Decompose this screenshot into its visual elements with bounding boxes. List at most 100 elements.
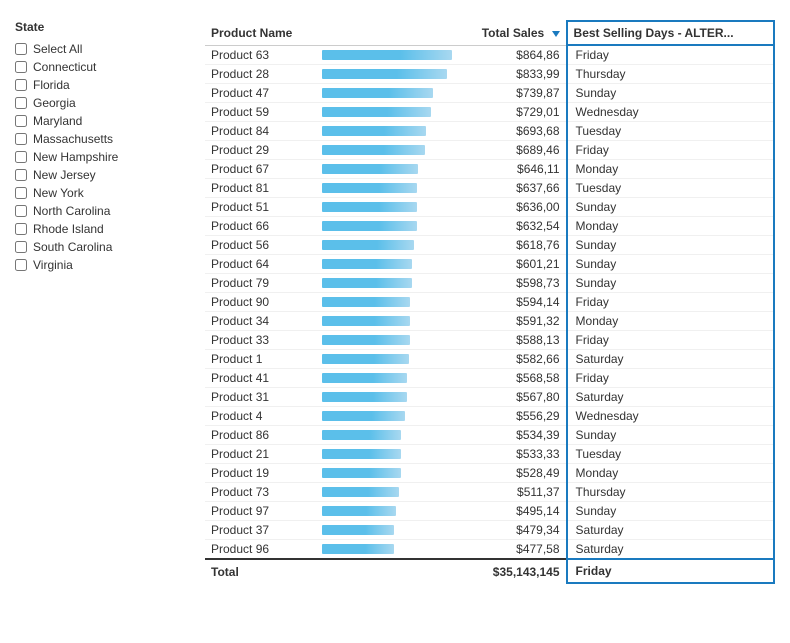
cell-bar — [316, 179, 458, 198]
table-row: Product 96$477,58Saturday — [205, 540, 774, 560]
sidebar-item-label: Connecticut — [33, 60, 96, 74]
sidebar-item-select-all[interactable]: Select All — [15, 40, 185, 58]
cell-day: Tuesday — [567, 445, 774, 464]
cell-day: Saturday — [567, 350, 774, 369]
table-row: Product 56$618,76Sunday — [205, 236, 774, 255]
checkbox-new-york[interactable] — [15, 187, 27, 199]
cell-sales: $739,87 — [458, 84, 566, 103]
cell-sales: $567,80 — [458, 388, 566, 407]
sidebar-item-label: Select All — [33, 42, 82, 56]
sidebar-item-maryland[interactable]: Maryland — [15, 112, 185, 130]
bar-fill — [322, 411, 405, 421]
checkbox-new-jersey[interactable] — [15, 169, 27, 181]
sidebar-item-south-carolina[interactable]: South Carolina — [15, 238, 185, 256]
sidebar-item-georgia[interactable]: Georgia — [15, 94, 185, 112]
checkbox-massachusetts[interactable] — [15, 133, 27, 145]
table-row: Product 81$637,66Tuesday — [205, 179, 774, 198]
cell-product: Product 19 — [205, 464, 316, 483]
bar-fill — [322, 164, 418, 174]
checkbox-georgia[interactable] — [15, 97, 27, 109]
checkbox-maryland[interactable] — [15, 115, 27, 127]
sidebar-item-new-hampshire[interactable]: New Hampshire — [15, 148, 185, 166]
table-row: Product 28$833,99Thursday — [205, 65, 774, 84]
cell-bar — [316, 312, 458, 331]
cell-bar — [316, 141, 458, 160]
cell-sales: $729,01 — [458, 103, 566, 122]
table-row: Product 21$533,33Tuesday — [205, 445, 774, 464]
cell-sales: $601,21 — [458, 255, 566, 274]
sidebar-item-connecticut[interactable]: Connecticut — [15, 58, 185, 76]
footer-day: Friday — [567, 559, 774, 583]
sidebar-item-label: New Hampshire — [33, 150, 118, 164]
col-header-product[interactable]: Product Name — [205, 21, 316, 45]
state-filter-sidebar: State Select AllConnecticutFloridaGeorgi… — [15, 20, 185, 584]
sidebar-item-rhode-island[interactable]: Rhode Island — [15, 220, 185, 238]
bar-fill — [322, 392, 407, 402]
bar-fill — [322, 183, 417, 193]
cell-product: Product 67 — [205, 160, 316, 179]
table-row: Product 64$601,21Sunday — [205, 255, 774, 274]
bar-fill — [322, 468, 401, 478]
cell-bar — [316, 369, 458, 388]
cell-bar — [316, 45, 458, 65]
cell-day: Sunday — [567, 84, 774, 103]
cell-bar — [316, 103, 458, 122]
cell-sales: $591,32 — [458, 312, 566, 331]
cell-product: Product 33 — [205, 331, 316, 350]
sidebar-item-north-carolina[interactable]: North Carolina — [15, 202, 185, 220]
checkbox-north-carolina[interactable] — [15, 205, 27, 217]
checkbox-south-carolina[interactable] — [15, 241, 27, 253]
cell-product: Product 21 — [205, 445, 316, 464]
cell-bar — [316, 236, 458, 255]
bar-fill — [322, 107, 431, 117]
sidebar-item-massachusetts[interactable]: Massachusetts — [15, 130, 185, 148]
cell-bar — [316, 388, 458, 407]
sidebar-item-new-jersey[interactable]: New Jersey — [15, 166, 185, 184]
checkbox-florida[interactable] — [15, 79, 27, 91]
checkbox-select-all[interactable] — [15, 43, 27, 55]
cell-product: Product 1 — [205, 350, 316, 369]
table-row: Product 41$568,58Friday — [205, 369, 774, 388]
cell-bar — [316, 217, 458, 236]
cell-day: Monday — [567, 160, 774, 179]
cell-day: Sunday — [567, 255, 774, 274]
cell-product: Product 34 — [205, 312, 316, 331]
cell-day: Friday — [567, 141, 774, 160]
cell-day: Sunday — [567, 236, 774, 255]
checkbox-connecticut[interactable] — [15, 61, 27, 73]
checkbox-virginia[interactable] — [15, 259, 27, 271]
cell-day: Sunday — [567, 502, 774, 521]
cell-day: Wednesday — [567, 407, 774, 426]
cell-sales: $568,58 — [458, 369, 566, 388]
cell-product: Product 56 — [205, 236, 316, 255]
cell-product: Product 41 — [205, 369, 316, 388]
table-row: Product 90$594,14Friday — [205, 293, 774, 312]
cell-bar — [316, 350, 458, 369]
cell-product: Product 86 — [205, 426, 316, 445]
cell-day: Sunday — [567, 426, 774, 445]
checkbox-new-hampshire[interactable] — [15, 151, 27, 163]
col-header-bar — [316, 21, 458, 45]
sidebar-item-virginia[interactable]: Virginia — [15, 256, 185, 274]
cell-product: Product 4 — [205, 407, 316, 426]
sidebar-item-florida[interactable]: Florida — [15, 76, 185, 94]
checkbox-rhode-island[interactable] — [15, 223, 27, 235]
bar-fill — [322, 430, 401, 440]
cell-product: Product 31 — [205, 388, 316, 407]
col-header-day[interactable]: Best Selling Days - ALTER... — [567, 21, 774, 45]
bar-fill — [322, 316, 410, 326]
cell-sales: $477,58 — [458, 540, 566, 560]
table-row: Product 4$556,29Wednesday — [205, 407, 774, 426]
bar-fill — [322, 297, 410, 307]
bar-fill — [322, 354, 409, 364]
cell-product: Product 59 — [205, 103, 316, 122]
sidebar-item-label: Maryland — [33, 114, 82, 128]
cell-day: Thursday — [567, 65, 774, 84]
cell-sales: $495,14 — [458, 502, 566, 521]
sidebar-item-new-york[interactable]: New York — [15, 184, 185, 202]
table-row: Product 97$495,14Sunday — [205, 502, 774, 521]
cell-sales: $582,66 — [458, 350, 566, 369]
cell-product: Product 73 — [205, 483, 316, 502]
col-header-sales[interactable]: Total Sales — [458, 21, 566, 45]
cell-sales: $689,46 — [458, 141, 566, 160]
